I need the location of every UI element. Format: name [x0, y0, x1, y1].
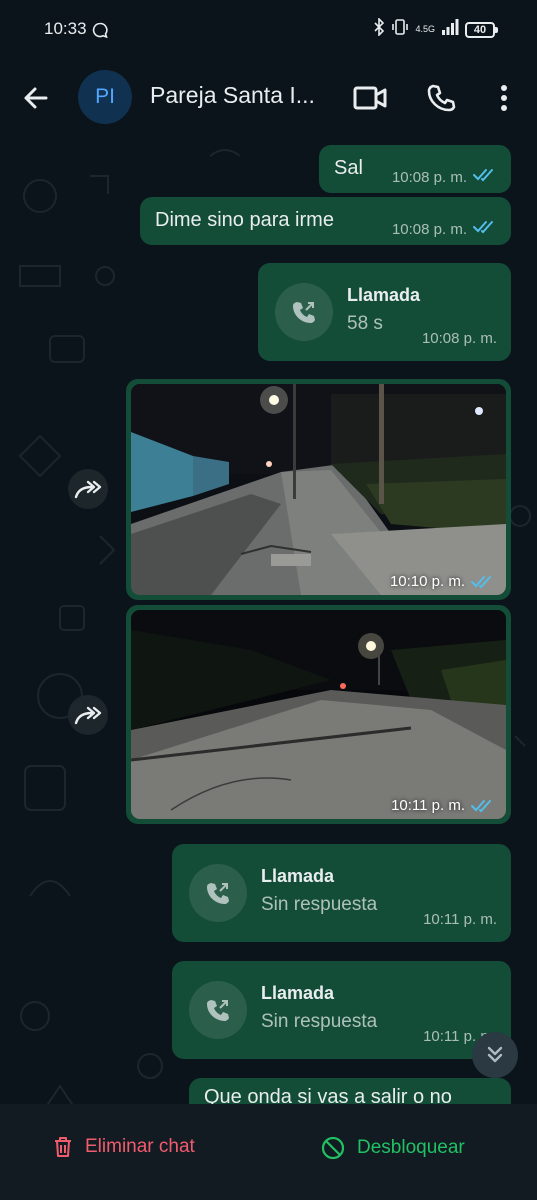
blocked-contact-bar: Eliminar chat Desbloquear: [0, 1104, 537, 1200]
back-arrow-icon[interactable]: [18, 80, 54, 116]
trash-icon: [55, 1137, 71, 1157]
chat-header: PI Pareja Santa I...: [0, 62, 537, 136]
message-time: 10:11 p. m.: [423, 911, 497, 928]
read-ticks-icon: [471, 799, 491, 812]
chat-notification-icon: [92, 22, 108, 43]
street-photo-2[interactable]: [131, 610, 506, 819]
network-type: 4.5G: [415, 24, 435, 34]
outgoing-call-icon: [189, 864, 247, 922]
forward-icon[interactable]: [68, 695, 108, 735]
message-time: 10:08 p. m.: [391, 220, 467, 238]
more-vert-icon[interactable]: [484, 78, 524, 118]
outgoing-call-icon: [189, 981, 247, 1039]
message-bubble-outgoing[interactable]: Sal 10:08 p. m.: [319, 145, 511, 193]
message-time: 10:08 p. m.: [421, 330, 497, 347]
status-time: 10:33: [44, 19, 87, 38]
street-photo-1[interactable]: [131, 384, 506, 595]
vibrate-icon: [391, 18, 409, 41]
message-time: 10:11 p. m.: [391, 797, 465, 814]
video-call-icon[interactable]: [350, 78, 390, 118]
call-duration: 58 s: [347, 313, 383, 334]
unblock-label: Desbloquear: [357, 1137, 465, 1158]
call-bubble[interactable]: Llamada 58 s 10:08 p. m.: [258, 263, 511, 361]
call-title: Llamada: [347, 285, 421, 305]
call-bubble[interactable]: Llamada Sin respuesta 10:11 p. m.: [172, 961, 511, 1059]
signal-icon: [441, 19, 459, 40]
delete-chat-button[interactable]: Eliminar chat: [53, 1136, 195, 1158]
scroll-to-bottom-button[interactable]: [472, 1032, 518, 1078]
voice-call-icon[interactable]: [421, 78, 461, 118]
bluetooth-icon: [373, 17, 385, 41]
delete-chat-label: Eliminar chat: [85, 1136, 195, 1157]
read-ticks-icon: [471, 575, 491, 588]
call-status: Sin respuesta: [261, 894, 378, 915]
image-message[interactable]: 10:10 p. m.: [126, 379, 511, 600]
status-bar: 10:33 4.5G 40: [0, 0, 537, 62]
message-text: Dime sino para irme: [155, 209, 334, 231]
message-bubble-outgoing[interactable]: Que onda si vas a salir o no: [189, 1078, 511, 1104]
avatar[interactable]: PI: [78, 70, 132, 124]
chat-messages[interactable]: Sal 10:08 p. m. Dime sino para irme 10:0…: [0, 136, 537, 1104]
chat-title[interactable]: Pareja Santa I...: [150, 82, 330, 109]
read-ticks-icon: [473, 168, 497, 186]
battery-icon: 40: [465, 21, 498, 38]
message-text: Que onda si vas a salir o no: [204, 1086, 452, 1104]
message-text: Sal: [334, 157, 363, 179]
unblock-icon: [321, 1136, 345, 1160]
unblock-button[interactable]: Desbloquear: [321, 1136, 465, 1160]
double-chevron-down-icon: [487, 1046, 503, 1063]
call-title: Llamada: [261, 983, 335, 1003]
status-indicators: 4.5G 40: [373, 17, 498, 41]
message-time: 10:08 p. m.: [391, 168, 467, 186]
call-bubble[interactable]: Llamada Sin respuesta 10:11 p. m.: [172, 844, 511, 942]
forward-icon[interactable]: [68, 469, 108, 509]
message-bubble-outgoing[interactable]: Dime sino para irme 10:08 p. m.: [140, 197, 511, 245]
outgoing-call-icon: [275, 283, 333, 341]
read-ticks-icon: [473, 220, 497, 238]
image-message[interactable]: 10:11 p. m.: [126, 605, 511, 824]
call-status: Sin respuesta: [261, 1011, 378, 1032]
call-title: Llamada: [261, 866, 335, 886]
message-time: 10:10 p. m.: [389, 573, 465, 590]
